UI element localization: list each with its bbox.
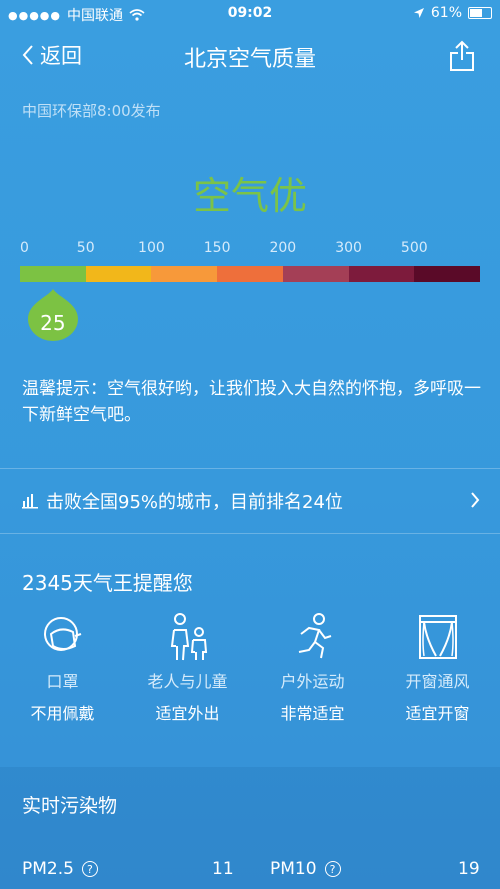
aqi-scale-label: 50 [76, 240, 95, 256]
aqi-value: 25 [40, 311, 66, 335]
reminder-elderly-child[interactable]: 老人与儿童 适宜外出 [125, 612, 250, 724]
reminder-title: 2345天气王提醒您 [22, 571, 193, 595]
aqi-scale-label: 200 [269, 240, 297, 256]
pm25-value: 11 [212, 859, 234, 879]
aqi-scale-label: 500 [400, 240, 428, 256]
help-icon[interactable]: ? [81, 861, 98, 877]
aqi-scale-label: 0 [20, 240, 29, 256]
aqi-segment [348, 266, 415, 282]
pm25-cell[interactable]: PM2.5 ? [22, 859, 98, 879]
pm25-name: PM2.5 [22, 859, 74, 879]
aqi-scale-bar [20, 266, 480, 282]
bar-chart-icon [22, 494, 38, 509]
aqi-segment [20, 266, 86, 282]
location-arrow-icon [413, 8, 424, 18]
reminder-sport-value: 非常适宜 [280, 704, 345, 723]
air-quality-level: 空气优 [192, 174, 307, 218]
reminder-mask[interactable]: 口罩 不用佩戴 [0, 612, 125, 724]
reminder-mask-value: 不用佩戴 [30, 704, 95, 723]
pm10-name: PM10 [270, 859, 317, 879]
reminder-mask-label: 口罩 [46, 672, 79, 691]
aqi-segment [282, 266, 349, 282]
city-rank-text: 击败全国95%的城市，目前排名24位 [46, 492, 343, 513]
status-right: 61% [413, 5, 492, 21]
aqi-scale-label: 300 [335, 240, 362, 256]
reminder-window-label: 开窗通风 [405, 672, 470, 691]
share-icon[interactable] [448, 40, 476, 72]
aqi-scale-label: 150 [203, 240, 231, 256]
aqi-marker: 25 [27, 289, 78, 341]
reminder-window[interactable]: 开窗通风 适宜开窗 [375, 612, 500, 724]
battery-percent: 61% [430, 5, 462, 21]
health-tip: 温馨提示：空气很好哟，让我们投入大自然的怀抱，多呼吸一下新鲜空气吧。 [22, 379, 481, 425]
city-rank-row[interactable]: 击败全国95%的城市，目前排名24位 [0, 469, 500, 533]
divider [0, 533, 500, 534]
aqi-segment [85, 266, 152, 282]
page-title: 北京空气质量 [183, 47, 316, 72]
pm10-value: 19 [458, 859, 480, 879]
chevron-right-icon [471, 492, 480, 508]
elderly-child-icon [170, 613, 207, 661]
publish-info: 中国环保部8:00发布 [22, 102, 161, 120]
reminder-sport[interactable]: 户外运动 非常适宜 [250, 612, 375, 724]
aqi-segment [414, 266, 480, 282]
reminder-elderly-value: 适宜外出 [155, 704, 220, 723]
reminder-sport-label: 户外运动 [280, 672, 345, 691]
aqi-segment [217, 266, 283, 282]
pollutants-title: 实时污染物 [22, 795, 118, 817]
help-icon[interactable]: ? [324, 861, 341, 877]
aqi-segment [151, 266, 218, 282]
pollutants-panel: 实时污染物 PM2.5 ? 11 PM10 ? 19 [0, 767, 500, 889]
nav-bar: 返回 北京空气质量 [0, 28, 500, 84]
window-icon [418, 615, 457, 659]
pm10-cell[interactable]: PM10 ? [270, 859, 341, 879]
running-icon [298, 613, 331, 659]
reminder-elderly-label: 老人与儿童 [147, 672, 228, 691]
status-bar: ●●●●● 中国联通 09:02 61% [0, 0, 500, 28]
mask-icon [43, 617, 81, 651]
reminder-row: 口罩 不用佩戴 老人与儿童 适宜外出 户外运动 非常适宜 开窗通风 适宜开窗 [0, 612, 500, 724]
aqi-scale-labels: 0 50 100 150 200 300 500 [20, 240, 480, 258]
aqi-scale-label: 100 [138, 240, 165, 256]
battery-icon [468, 7, 492, 19]
reminder-window-value: 适宜开窗 [405, 704, 470, 723]
